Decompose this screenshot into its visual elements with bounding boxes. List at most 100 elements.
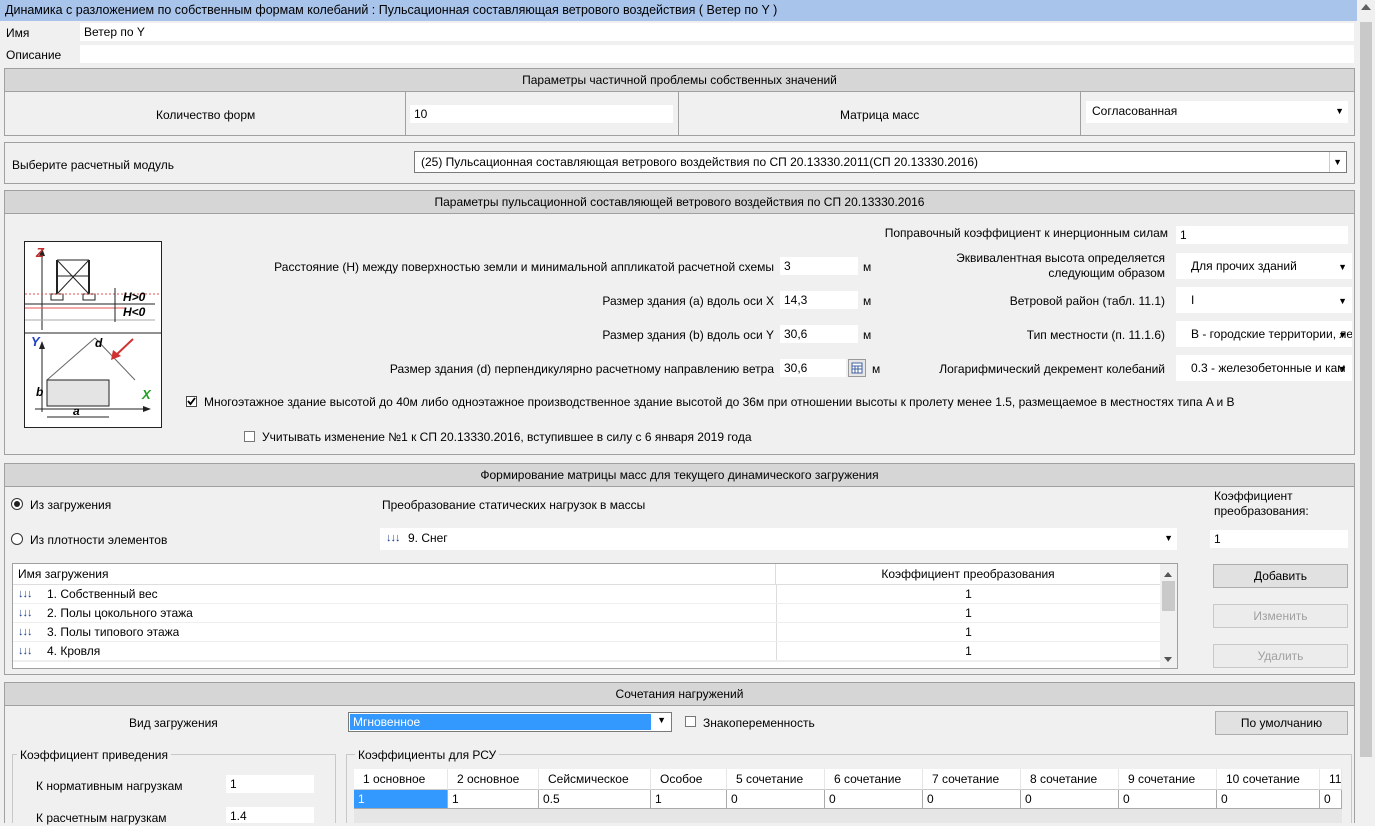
table-scroll-thumb[interactable] [1162, 581, 1175, 611]
distance-input[interactable]: 3 [780, 257, 858, 275]
description-field[interactable] [80, 45, 1354, 63]
terrain-select[interactable]: B - городские территории, ле ▼ [1176, 321, 1352, 347]
scroll-up-icon[interactable] [1361, 4, 1371, 10]
rsu-value-cell[interactable]: 1 [448, 790, 539, 809]
design-label: К расчетным нагрузкам [36, 811, 167, 825]
from-load-label: Из загружения [30, 498, 112, 512]
rsu-value-cell[interactable]: 0 [1217, 790, 1320, 809]
table-cell-coef: 1 [776, 604, 1160, 622]
chevron-down-icon[interactable]: ▼ [1338, 321, 1347, 347]
alternating-checkbox[interactable] [685, 716, 696, 727]
diagram-label-d: d [95, 336, 103, 350]
multistorey-checkbox[interactable] [186, 396, 197, 407]
vertical-scrollbar[interactable] [1357, 0, 1375, 823]
eq-height-label-line2: следующим образом [1048, 266, 1165, 280]
size-d-input[interactable]: 30,6 [780, 359, 846, 377]
size-a-label: Размер здания (a) вдоль оси X [602, 294, 774, 308]
amendment-checkbox[interactable] [244, 431, 255, 442]
table-row[interactable]: ↓↓↓ 3. Полы типового этажа 1 [13, 623, 1160, 642]
size-b-unit: м [863, 328, 872, 342]
decrement-select[interactable]: 0.3 - железобетонные и кам ▼ [1176, 355, 1352, 381]
diagram-label-h-pos: H>0 [123, 290, 146, 304]
design-input[interactable]: 1.4 [226, 807, 314, 823]
eq-height-select[interactable]: Для прочих зданий ▼ [1176, 253, 1352, 279]
rsu-value-cell[interactable]: 0 [923, 790, 1021, 809]
chevron-down-icon[interactable]: ▼ [1335, 101, 1344, 121]
rsu-value-cell[interactable]: 0 [1320, 790, 1342, 809]
region-select[interactable]: I ▼ [1176, 287, 1352, 313]
eq-height-value: Для прочих зданий [1191, 259, 1297, 273]
load-icon: ↓↓↓ [18, 626, 32, 638]
reduction-title: Коэффициент приведения [17, 747, 171, 763]
delete-button[interactable]: Удалить [1213, 644, 1348, 668]
scroll-up-icon[interactable] [1164, 572, 1172, 577]
chevron-down-icon[interactable]: ▼ [1338, 287, 1347, 313]
terrain-label: Тип местности (п. 11.1.6) [1026, 328, 1165, 342]
building-diagram-svg [25, 248, 161, 418]
size-d-label: Размер здания (d) перпендикулярно расчет… [389, 362, 774, 376]
size-b-input[interactable]: 30,6 [780, 325, 858, 343]
rsu-value-cell[interactable]: 0 [1021, 790, 1119, 809]
table-row[interactable]: ↓↓↓ 2. Полы цокольного этажа 1 [13, 604, 1160, 623]
rsu-value-cell[interactable]: 1 [651, 790, 727, 809]
name-field[interactable]: Ветер по Y [80, 23, 1354, 41]
load-type-select[interactable]: Мгновенное ▼ [348, 712, 672, 732]
load-icon: ↓↓↓ [18, 645, 32, 657]
from-density-radio[interactable] [11, 533, 23, 545]
rsu-header-cell: 8 сочетание [1021, 769, 1119, 790]
table-row[interactable]: ↓↓↓ 1. Собственный вес 1 [13, 585, 1160, 604]
chevron-down-icon[interactable]: ▼ [1338, 253, 1347, 279]
multistorey-label: Многоэтажное здание высотой до 40м либо … [204, 395, 1235, 409]
calculator-icon[interactable] [848, 359, 866, 377]
diagram-label-b: b [36, 385, 44, 399]
table-header-coef[interactable]: Коэффициент преобразования [776, 564, 1160, 585]
chevron-down-icon[interactable]: ▼ [1164, 528, 1173, 548]
rsu-title: Коэффициенты для РСУ [355, 747, 500, 763]
table-row-partial [13, 661, 1160, 668]
load-select[interactable]: ↓↓↓ 9. Снег ▼ [380, 528, 1177, 550]
rsu-header-cell: 2 основное [448, 769, 539, 790]
default-button[interactable]: По умолчанию [1215, 711, 1348, 735]
rsu-value-cell[interactable]: 0 [727, 790, 825, 809]
scrollbar-thumb[interactable] [1360, 22, 1372, 757]
chevron-down-icon[interactable]: ▼ [657, 715, 666, 725]
diagram-label-z: Z [36, 245, 44, 260]
load-icon: ↓↓↓ [18, 588, 32, 600]
table-cell-name: 2. Полы цокольного этажа [47, 606, 193, 620]
rsu-value-cell[interactable]: 0 [825, 790, 923, 809]
mass-panel-title: Формирование матрицы масс для текущего д… [5, 464, 1354, 487]
table-row[interactable]: ↓↓↓ 4. Кровля 1 [13, 642, 1160, 661]
mass-matrix-select[interactable]: Согласованная ▼ [1086, 101, 1348, 123]
inertia-input[interactable]: 1 [1176, 226, 1348, 244]
rsu-value-cell[interactable]: 0 [1119, 790, 1217, 809]
divider [678, 91, 679, 135]
region-label: Ветровой район (табл. 11.1) [1009, 294, 1165, 308]
table-header-name[interactable]: Имя загружения [13, 564, 776, 585]
from-load-radio[interactable] [11, 498, 23, 510]
size-d-unit: м [872, 362, 881, 376]
rsu-value-cell[interactable]: 0.5 [539, 790, 651, 809]
forms-input[interactable]: 10 [410, 105, 673, 123]
scroll-down-icon[interactable] [1164, 657, 1172, 662]
load-icon: ↓↓↓ [18, 607, 32, 619]
chevron-down-icon[interactable]: ▼ [1338, 355, 1347, 381]
size-a-input[interactable]: 14,3 [780, 291, 858, 309]
load-icon: ↓↓↓ [386, 532, 400, 544]
normative-input[interactable]: 1 [226, 775, 314, 793]
decrement-value: 0.3 - железобетонные и кам [1191, 361, 1346, 375]
table-cell-name: 1. Собственный вес [47, 587, 158, 601]
load-type-label: Вид загружения [129, 716, 218, 730]
module-select[interactable]: (25) Пульсационная составляющая ветровог… [414, 151, 1347, 173]
table-scrollbar[interactable] [1160, 564, 1177, 668]
loads-table: Имя загружения Коэффициент преобразовани… [12, 563, 1178, 669]
edit-button[interactable]: Изменить [1213, 604, 1348, 628]
rsu-header-cell: 11 [1320, 769, 1342, 790]
forms-label: Количество форм [156, 108, 256, 122]
table-cell-name: 3. Полы типового этажа [47, 625, 180, 639]
rsu-value-cell[interactable]: 1 [354, 790, 448, 809]
rsu-header-cell: 5 сочетание [727, 769, 825, 790]
chevron-down-icon[interactable]: ▼ [1329, 152, 1342, 172]
rsu-header-cell: 9 сочетание [1119, 769, 1217, 790]
add-button[interactable]: Добавить [1213, 564, 1348, 588]
coef-input[interactable]: 1 [1210, 530, 1348, 548]
